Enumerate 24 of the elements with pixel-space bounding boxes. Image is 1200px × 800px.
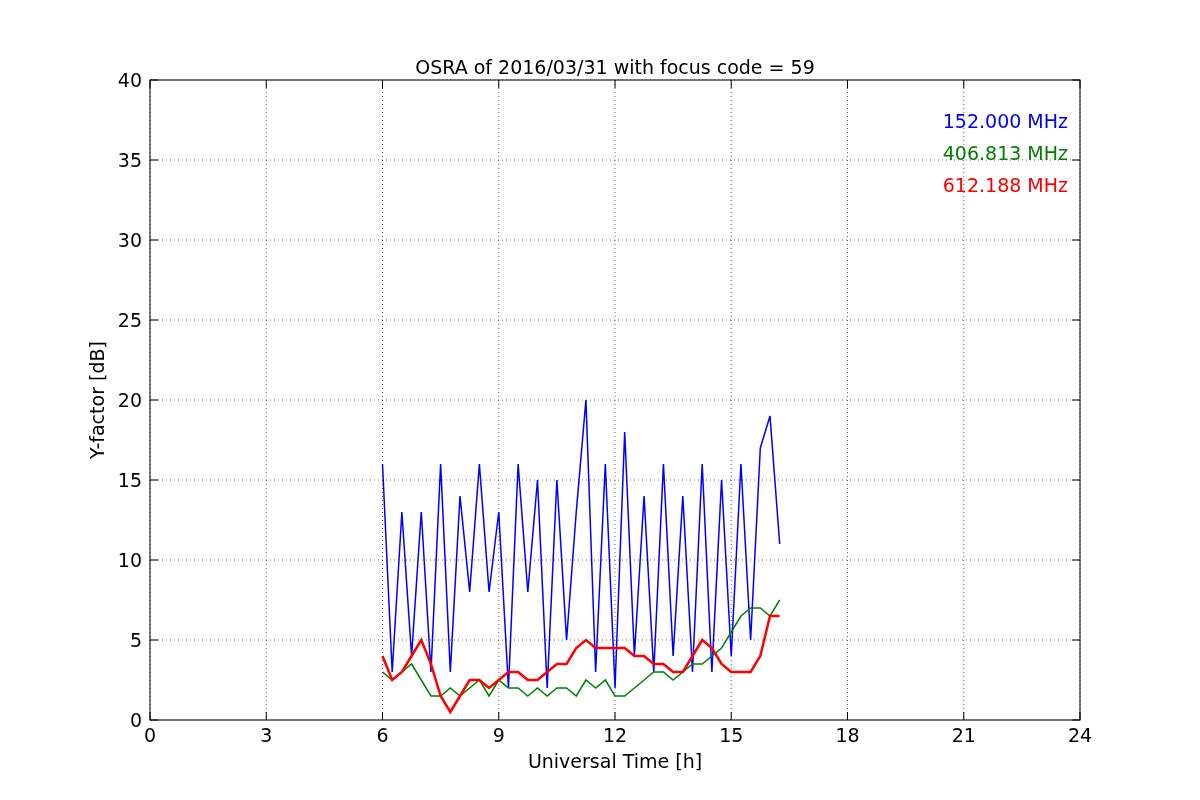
x-tick-label: 12 xyxy=(602,724,628,746)
x-tick-label: 9 xyxy=(492,724,505,746)
legend-label: 612.188 MHz xyxy=(942,174,1068,196)
x-tick-label: 15 xyxy=(719,724,744,746)
x-tick-label: 18 xyxy=(835,724,860,746)
x-tick-label: 6 xyxy=(376,724,389,746)
y-tick-label: 15 xyxy=(117,469,142,491)
y-tick-label: 20 xyxy=(117,389,142,411)
y-axis-label: Y-factor [dB] xyxy=(86,341,108,459)
y-tick-label: 0 xyxy=(129,709,142,731)
x-tick-label: 24 xyxy=(1067,724,1093,746)
y-tick-label: 25 xyxy=(117,309,142,331)
y-tick-label: 40 xyxy=(117,69,142,91)
legend-label: 406.813 MHz xyxy=(942,142,1068,164)
chart-title: OSRA of 2016/03/31 with focus code = 59 xyxy=(415,56,815,78)
legend-label: 152.000 MHz xyxy=(942,110,1068,132)
y-tick-label: 30 xyxy=(117,229,142,251)
x-tick-label: 3 xyxy=(260,724,273,746)
x-axis-label: Universal Time [h] xyxy=(527,750,703,772)
y-tick-label: 5 xyxy=(129,629,142,651)
y-tick-label: 35 xyxy=(117,149,142,171)
y-tick-label: 10 xyxy=(117,549,142,571)
x-tick-label: 0 xyxy=(143,724,157,746)
x-tick-label: 21 xyxy=(951,724,976,746)
